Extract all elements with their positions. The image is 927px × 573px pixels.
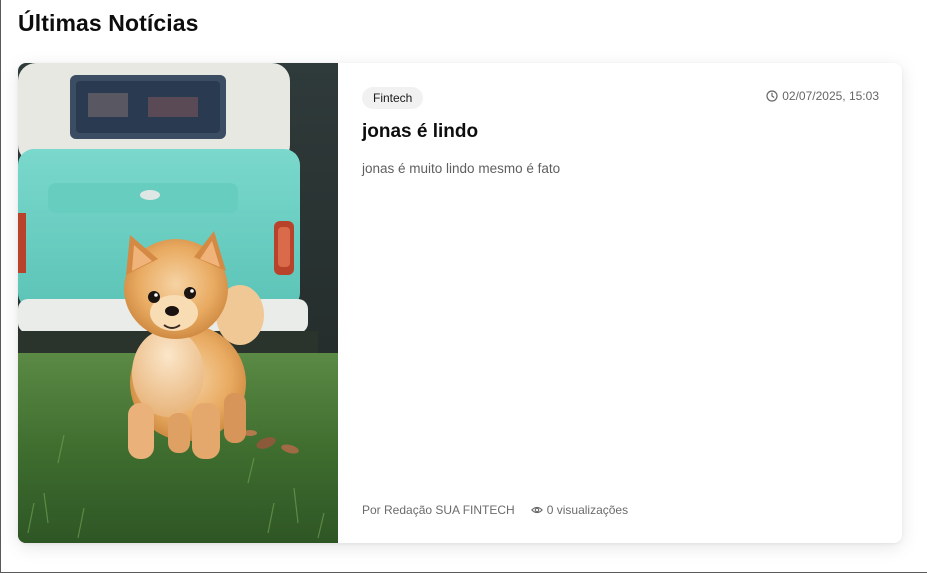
views-count: 0 visualizações [530,503,629,517]
news-date: 02/07/2025, 15:03 [766,89,879,103]
dog-photo-icon [18,63,338,543]
news-card-body: Fintech 02/07/2025, 15:03 jonas é lindo … [338,63,902,543]
clock-icon [766,90,778,102]
news-image[interactable] [18,63,338,543]
page-frame: Últimas Notícias Fintech 02/07/2025, 15:… [0,0,927,573]
views-text: 0 visualizações [546,503,629,517]
news-footer: Por Redação SUA FINTECH 0 visualizações [362,503,628,517]
news-excerpt: jonas é muito lindo mesmo é fato [362,161,561,176]
eye-icon [530,504,543,516]
section-title: Últimas Notícias [18,10,199,36]
news-title[interactable]: jonas é lindo [362,121,478,143]
author-text: Por Redação SUA FINTECH [362,503,515,517]
news-card[interactable]: Fintech 02/07/2025, 15:03 jonas é lindo … [18,63,902,543]
category-badge[interactable]: Fintech [362,87,424,109]
date-text: 02/07/2025, 15:03 [782,89,879,103]
